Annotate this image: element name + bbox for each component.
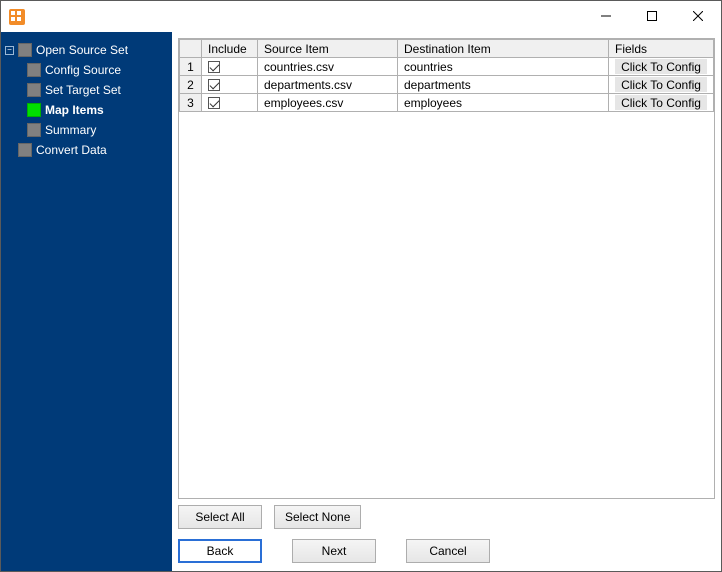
include-checkbox[interactable] — [208, 79, 220, 91]
back-button[interactable]: Back — [178, 539, 262, 563]
step-box-icon — [18, 43, 32, 57]
include-cell[interactable] — [202, 58, 258, 76]
include-checkbox[interactable] — [208, 61, 220, 73]
destination-item-cell[interactable]: employees — [398, 94, 609, 112]
select-none-button[interactable]: Select None — [274, 505, 361, 529]
destination-item-cell[interactable]: departments — [398, 76, 609, 94]
wizard-sidebar: − Open Source Set Config Source Set Targ… — [1, 32, 172, 571]
maximize-button[interactable] — [629, 1, 675, 31]
source-item-cell[interactable]: departments.csv — [258, 76, 398, 94]
body: − Open Source Set Config Source Set Targ… — [1, 32, 721, 571]
column-header-fields[interactable]: Fields — [609, 40, 714, 58]
sidebar-item-label: Open Source Set — [36, 43, 128, 57]
sidebar-item-map-items[interactable]: Map Items — [5, 100, 172, 120]
include-checkbox[interactable] — [208, 97, 220, 109]
items-grid: Include Source Item Destination Item Fie… — [179, 39, 714, 112]
source-item-cell[interactable]: countries.csv — [258, 58, 398, 76]
table-row[interactable]: 3 employees.csv employees Click To Confi… — [180, 94, 714, 112]
close-button[interactable] — [675, 1, 721, 31]
step-box-icon — [27, 83, 41, 97]
sidebar-item-set-target-set[interactable]: Set Target Set — [5, 80, 172, 100]
window-controls — [583, 1, 721, 32]
row-number-cell: 1 — [180, 58, 202, 76]
fields-config-button[interactable]: Click To Config — [615, 59, 707, 74]
column-header-include[interactable]: Include — [202, 40, 258, 58]
column-header-rownum[interactable] — [180, 40, 202, 58]
main-panel: Include Source Item Destination Item Fie… — [172, 32, 721, 571]
cancel-button[interactable]: Cancel — [406, 539, 490, 563]
step-box-icon — [18, 143, 32, 157]
minimize-button[interactable] — [583, 1, 629, 31]
tree-expander-icon[interactable]: − — [5, 46, 14, 55]
fields-config-button[interactable]: Click To Config — [615, 95, 707, 110]
select-all-button[interactable]: Select All — [178, 505, 262, 529]
fields-config-button[interactable]: Click To Config — [615, 77, 707, 92]
sidebar-item-label: Map Items — [45, 103, 104, 117]
sidebar-item-summary[interactable]: Summary — [5, 120, 172, 140]
step-box-icon — [27, 103, 41, 117]
include-cell[interactable] — [202, 76, 258, 94]
sidebar-item-open-source-set[interactable]: − Open Source Set — [5, 40, 172, 60]
sidebar-item-label: Convert Data — [36, 143, 107, 157]
column-header-destination-item[interactable]: Destination Item — [398, 40, 609, 58]
next-button[interactable]: Next — [292, 539, 376, 563]
include-cell[interactable] — [202, 94, 258, 112]
table-row[interactable]: 2 departments.csv departments Click To C… — [180, 76, 714, 94]
items-grid-container: Include Source Item Destination Item Fie… — [178, 38, 715, 499]
sidebar-item-label: Config Source — [45, 63, 121, 77]
row-number-cell: 3 — [180, 94, 202, 112]
destination-item-cell[interactable]: countries — [398, 58, 609, 76]
selection-buttons-row: Select All Select None — [178, 499, 715, 533]
step-box-icon — [27, 63, 41, 77]
wizard-footer: Back Next Cancel — [178, 533, 715, 565]
app-window: − Open Source Set Config Source Set Targ… — [0, 0, 722, 572]
column-header-source-item[interactable]: Source Item — [258, 40, 398, 58]
source-item-cell[interactable]: employees.csv — [258, 94, 398, 112]
table-row[interactable]: 1 countries.csv countries Click To Confi… — [180, 58, 714, 76]
row-number-cell: 2 — [180, 76, 202, 94]
titlebar — [1, 1, 721, 32]
sidebar-item-label: Summary — [45, 123, 96, 137]
sidebar-item-config-source[interactable]: Config Source — [5, 60, 172, 80]
step-box-icon — [27, 123, 41, 137]
app-icon — [9, 9, 25, 25]
sidebar-item-label: Set Target Set — [45, 83, 121, 97]
sidebar-item-convert-data[interactable]: − Convert Data — [5, 140, 172, 160]
